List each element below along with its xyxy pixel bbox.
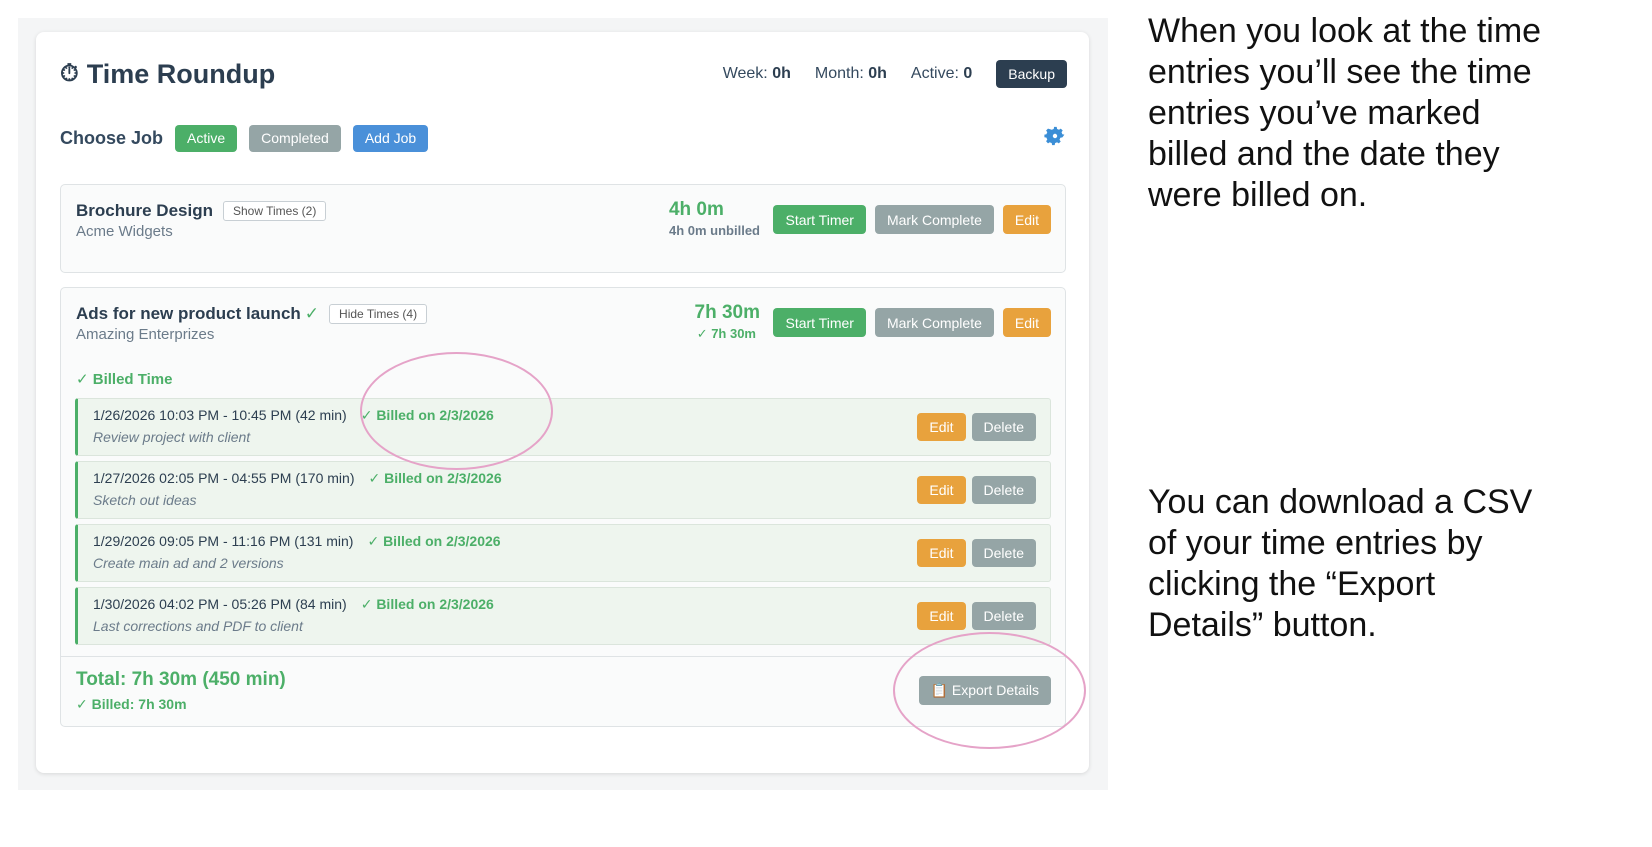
- job-billed-line: ✓ Billed: 7h 30m: [76, 696, 187, 712]
- divider: [61, 656, 1065, 657]
- entry-line: 1/29/2026 09:05 PM - 11:16 PM (131 min) …: [93, 533, 501, 550]
- job-unbilled-time: 4h 0m unbilled: [668, 223, 760, 238]
- entry-line: 1/30/2026 04:02 PM - 05:26 PM (84 min) ✓…: [93, 596, 494, 613]
- backup-button[interactable]: Backup: [996, 60, 1067, 88]
- month-stat: Month: 0h: [814, 65, 887, 82]
- hide-times-button[interactable]: Hide Times (4): [329, 304, 428, 324]
- mark-complete-button[interactable]: Mark Complete: [874, 205, 994, 234]
- job-client: Amazing Enterprizes: [76, 326, 215, 343]
- entry-edit-button[interactable]: Edit: [917, 602, 966, 630]
- entry-actions: Edit Delete: [917, 602, 1036, 630]
- edit-job-button[interactable]: Edit: [1002, 205, 1051, 234]
- job-time-summary: 7h 30m ✓ 7h 30m: [695, 302, 760, 342]
- app-card: ⏱ Time Roundup Week: 0h Month: 0h Active…: [36, 32, 1089, 773]
- job-card-brochure: Brochure Design Show Times (2) Acme Widg…: [60, 184, 1066, 273]
- entry-description: Create main ad and 2 versions: [93, 555, 284, 571]
- billed-time-heading: ✓ Billed Time: [76, 371, 173, 388]
- entry-time-range: 1/29/2026 09:05 PM - 11:16 PM (131 min): [93, 533, 354, 549]
- annotation-top: When you look at the time entries you’ll…: [1148, 12, 1542, 214]
- start-timer-button[interactable]: Start Timer: [773, 205, 866, 234]
- job-name: Brochure Design Show Times (2): [76, 201, 327, 221]
- gear-icon[interactable]: [1043, 124, 1067, 152]
- job-client: Acme Widgets: [76, 223, 173, 240]
- entry-edit-button[interactable]: Edit: [917, 476, 966, 504]
- entry-edit-button[interactable]: Edit: [917, 539, 966, 567]
- entry-billed-date: ✓ Billed on 2/3/2026: [360, 407, 494, 423]
- time-entry: 1/26/2026 10:03 PM - 10:45 PM (42 min) ✓…: [75, 398, 1051, 456]
- mark-complete-button[interactable]: Mark Complete: [874, 308, 994, 337]
- entry-time-range: 1/27/2026 02:05 PM - 04:55 PM (170 min): [93, 470, 355, 486]
- show-times-button[interactable]: Show Times (2): [222, 201, 327, 221]
- stats-bar: Week: 0h Month: 0h Active: 0 Backup: [723, 60, 1067, 88]
- job-header: Ads for new product launch ✓ Hide Times …: [61, 288, 1065, 352]
- time-entry: 1/29/2026 09:05 PM - 11:16 PM (131 min) …: [75, 524, 1051, 582]
- filter-completed-button[interactable]: Completed: [249, 124, 341, 152]
- job-billed-time: ✓ 7h 30m: [696, 326, 756, 341]
- job-total-line: Total: 7h 30m (450 min): [76, 669, 286, 690]
- entry-description: Sketch out ideas: [93, 492, 197, 508]
- job-name: Ads for new product launch ✓ Hide Times …: [76, 304, 428, 324]
- entry-billed-date: ✓ Billed on 2/3/2026: [360, 596, 494, 612]
- job-actions: Start Timer Mark Complete Edit: [773, 308, 1051, 337]
- add-job-button[interactable]: Add Job: [352, 124, 429, 152]
- time-entry: 1/30/2026 04:02 PM - 05:26 PM (84 min) ✓…: [75, 587, 1051, 645]
- choose-job-label: Choose Job: [60, 127, 164, 148]
- job-actions: Start Timer Mark Complete Edit: [773, 205, 1051, 234]
- entry-time-range: 1/30/2026 04:02 PM - 05:26 PM (84 min): [93, 596, 347, 612]
- entry-edit-button[interactable]: Edit: [917, 413, 966, 441]
- entry-description: Review project with client: [93, 429, 251, 445]
- entry-description: Last corrections and PDF to client: [93, 618, 303, 634]
- job-total-time: 7h 30m: [694, 302, 760, 323]
- entry-actions: Edit Delete: [917, 413, 1036, 441]
- job-total-time: 4h 0m: [668, 199, 724, 220]
- entry-delete-button[interactable]: Delete: [971, 476, 1036, 504]
- header: ⏱ Time Roundup Week: 0h Month: 0h Active…: [60, 56, 1067, 92]
- entry-time-range: 1/26/2026 10:03 PM - 10:45 PM (42 min): [93, 407, 347, 423]
- annotation-bottom: You can download a CSV of your time entr…: [1148, 483, 1533, 644]
- entry-actions: Edit Delete: [917, 539, 1036, 567]
- export-details-button[interactable]: 📋 Export Details: [918, 676, 1051, 705]
- start-timer-button[interactable]: Start Timer: [773, 308, 866, 337]
- edit-job-button[interactable]: Edit: [1002, 308, 1051, 337]
- entry-actions: Edit Delete: [917, 476, 1036, 504]
- time-entry: 1/27/2026 02:05 PM - 04:55 PM (170 min) …: [75, 461, 1051, 519]
- entry-delete-button[interactable]: Delete: [971, 539, 1036, 567]
- entry-delete-button[interactable]: Delete: [971, 413, 1036, 441]
- choose-job-row: Choose Job Active Completed Add Job: [60, 124, 1067, 152]
- completed-check-icon: ✓: [304, 304, 320, 323]
- week-stat: Week: 0h: [722, 65, 791, 82]
- entry-delete-button[interactable]: Delete: [971, 602, 1036, 630]
- stopwatch-icon: ⏱: [60, 60, 79, 87]
- entry-line: 1/26/2026 10:03 PM - 10:45 PM (42 min) ✓…: [93, 407, 494, 424]
- filter-active-button[interactable]: Active: [175, 124, 238, 152]
- active-stat: Active: 0: [910, 65, 973, 82]
- app-title-text: Time Roundup: [86, 58, 276, 89]
- entry-billed-date: ✓ Billed on 2/3/2026: [368, 470, 502, 486]
- job-header: Brochure Design Show Times (2) Acme Widg…: [61, 185, 1065, 249]
- entry-billed-date: ✓ Billed on 2/3/2026: [367, 533, 501, 549]
- job-time-summary: 4h 0m 4h 0m unbilled: [669, 199, 760, 238]
- entry-line: 1/27/2026 02:05 PM - 04:55 PM (170 min) …: [93, 470, 502, 487]
- job-card-ads: Ads for new product launch ✓ Hide Times …: [60, 287, 1066, 727]
- app-title: ⏱ Time Roundup: [60, 59, 275, 90]
